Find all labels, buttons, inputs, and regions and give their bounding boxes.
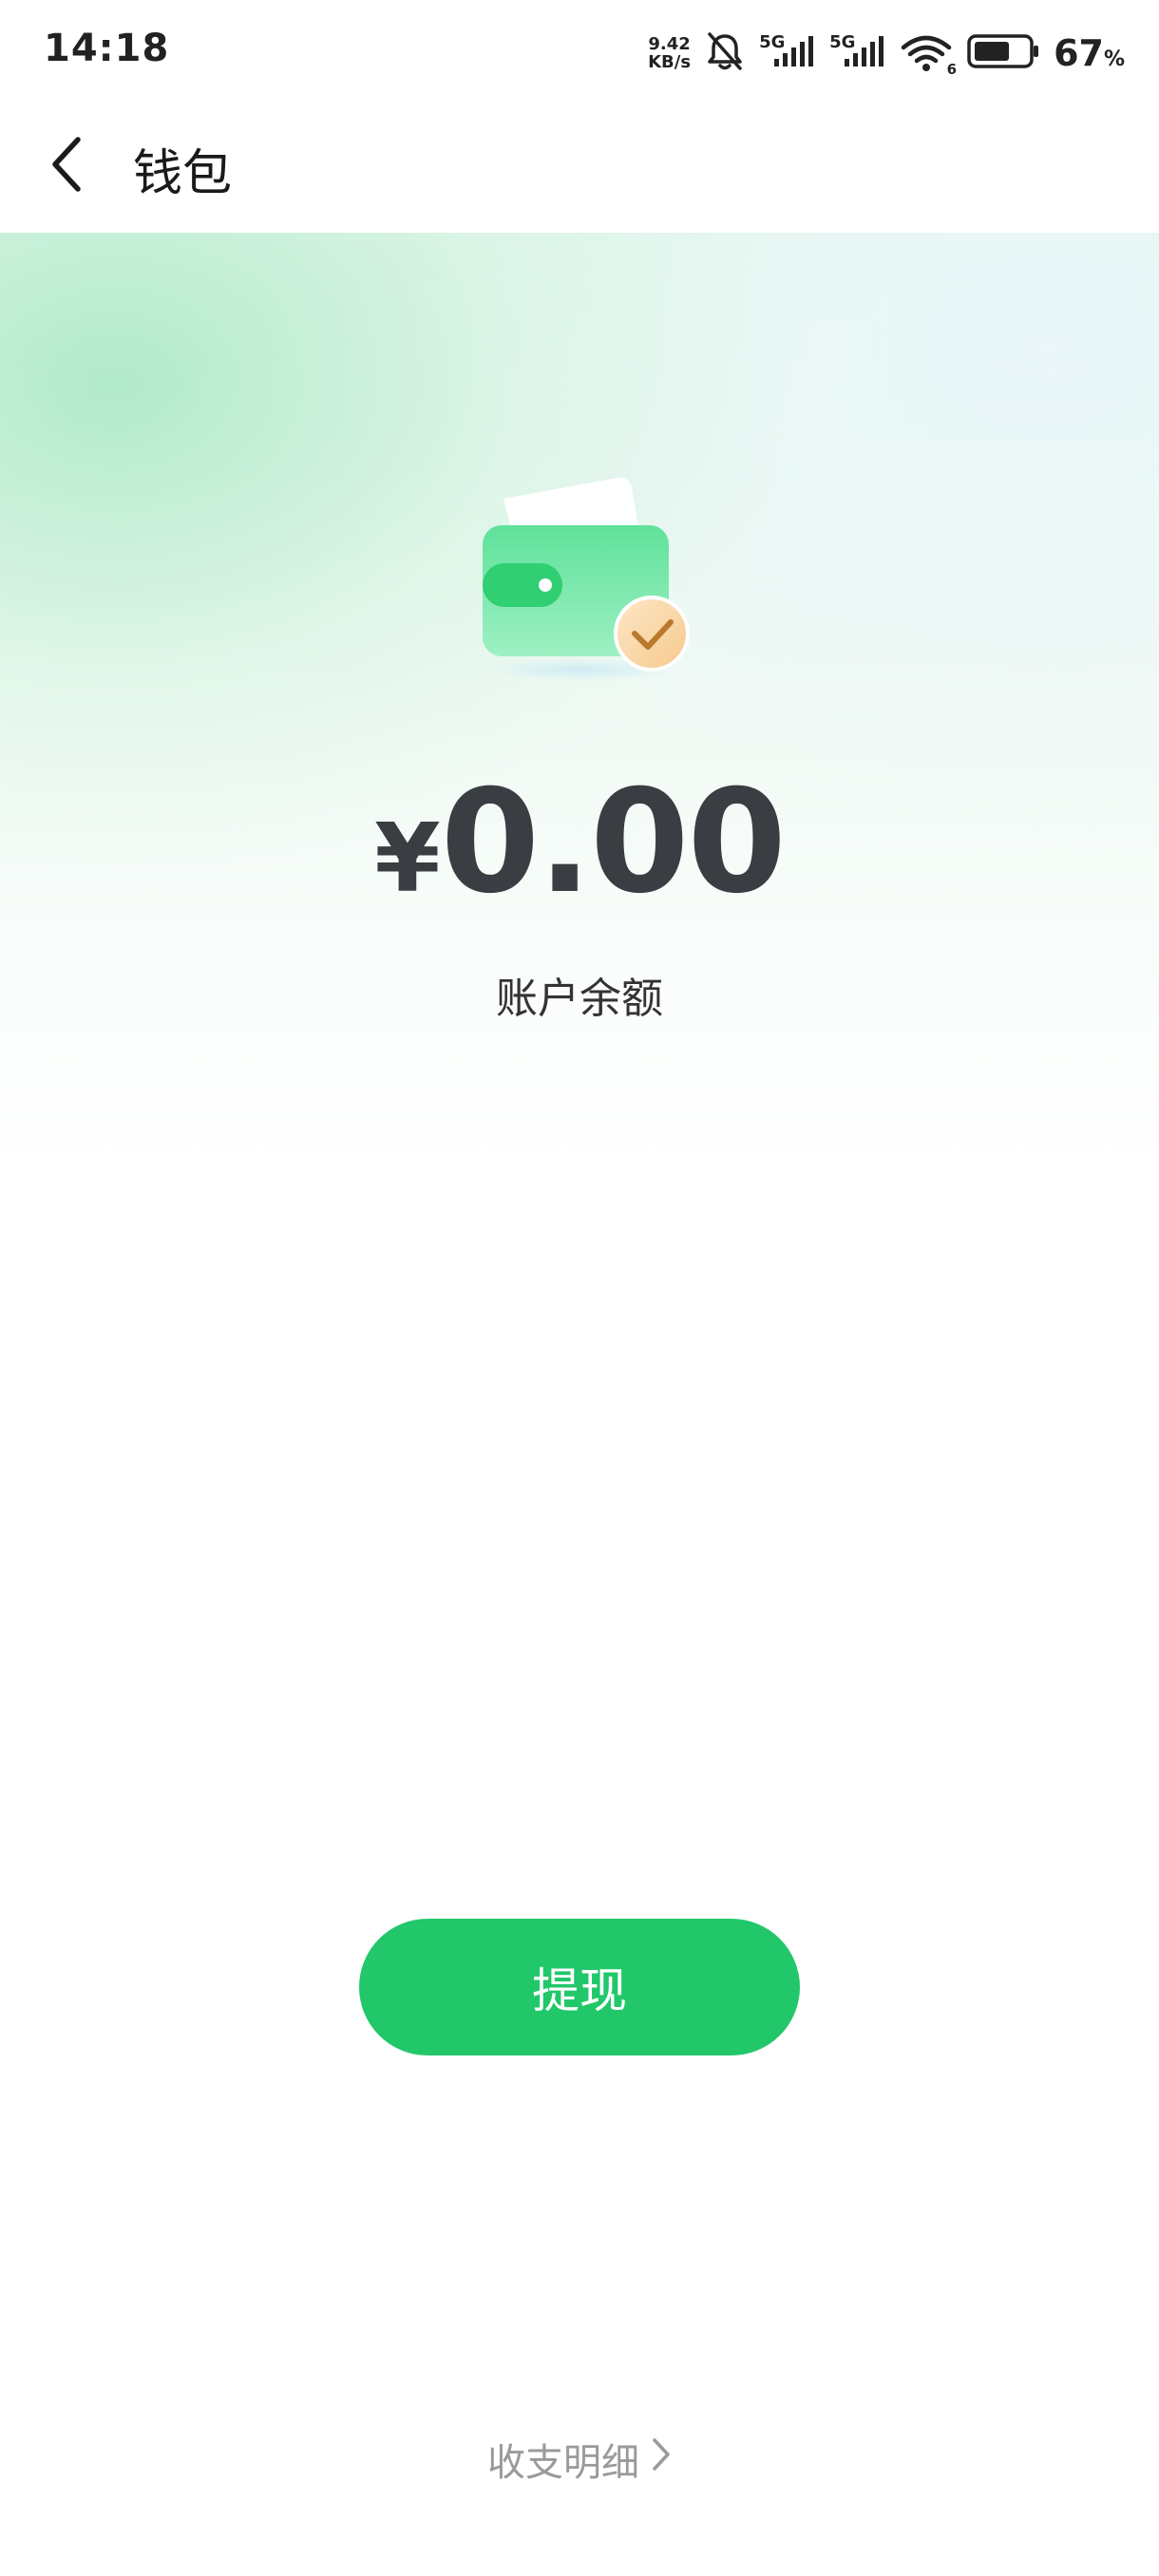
transaction-details-label: 收支明细	[487, 2441, 639, 2485]
network-speed-value: 9.42	[648, 34, 691, 54]
sim1-signal: 5G	[759, 32, 816, 74]
page-title: 钱包	[133, 145, 233, 202]
balance-value: 0.00	[440, 760, 787, 925]
battery-icon	[966, 32, 1040, 74]
back-arrow-icon	[48, 134, 86, 199]
status-bar: 14:18 9.42 KB/s 5G 5G 6 67%	[0, 0, 1159, 104]
balance-label: 账户余额	[496, 975, 663, 1023]
battery-percent: 67%	[1054, 32, 1125, 74]
chevron-right-icon	[651, 2436, 672, 2482]
network-speed: 9.42 KB/s	[648, 35, 691, 71]
currency-symbol: ¥	[374, 803, 441, 914]
battery-value: 67	[1054, 32, 1104, 74]
hero-background	[0, 233, 1159, 1183]
mute-bell-icon	[704, 30, 746, 76]
sim2-label: 5G	[829, 32, 856, 52]
status-icons: 9.42 KB/s 5G 5G 6 67%	[648, 23, 1125, 84]
balance-amount: ¥0.00	[0, 760, 1159, 925]
status-time: 14:18	[44, 27, 170, 70]
back-button[interactable]	[28, 123, 104, 209]
app-header: 钱包	[0, 104, 1159, 233]
sim1-label: 5G	[759, 32, 786, 52]
withdraw-button[interactable]: 提现	[359, 1919, 800, 2055]
wallet-icon	[475, 470, 703, 689]
network-speed-unit: KB/s	[648, 52, 692, 72]
transaction-details-link[interactable]: 收支明细	[0, 2432, 1159, 2487]
wifi-icon: 6	[900, 32, 957, 78]
wallet-screen: 14:18 9.42 KB/s 5G 5G 6 67% 钱包 ¥0.00 账户余…	[0, 0, 1159, 2576]
battery-unit: %	[1103, 47, 1125, 71]
sim2-signal: 5G	[829, 32, 886, 74]
wifi-sub-label: 6	[946, 61, 958, 78]
